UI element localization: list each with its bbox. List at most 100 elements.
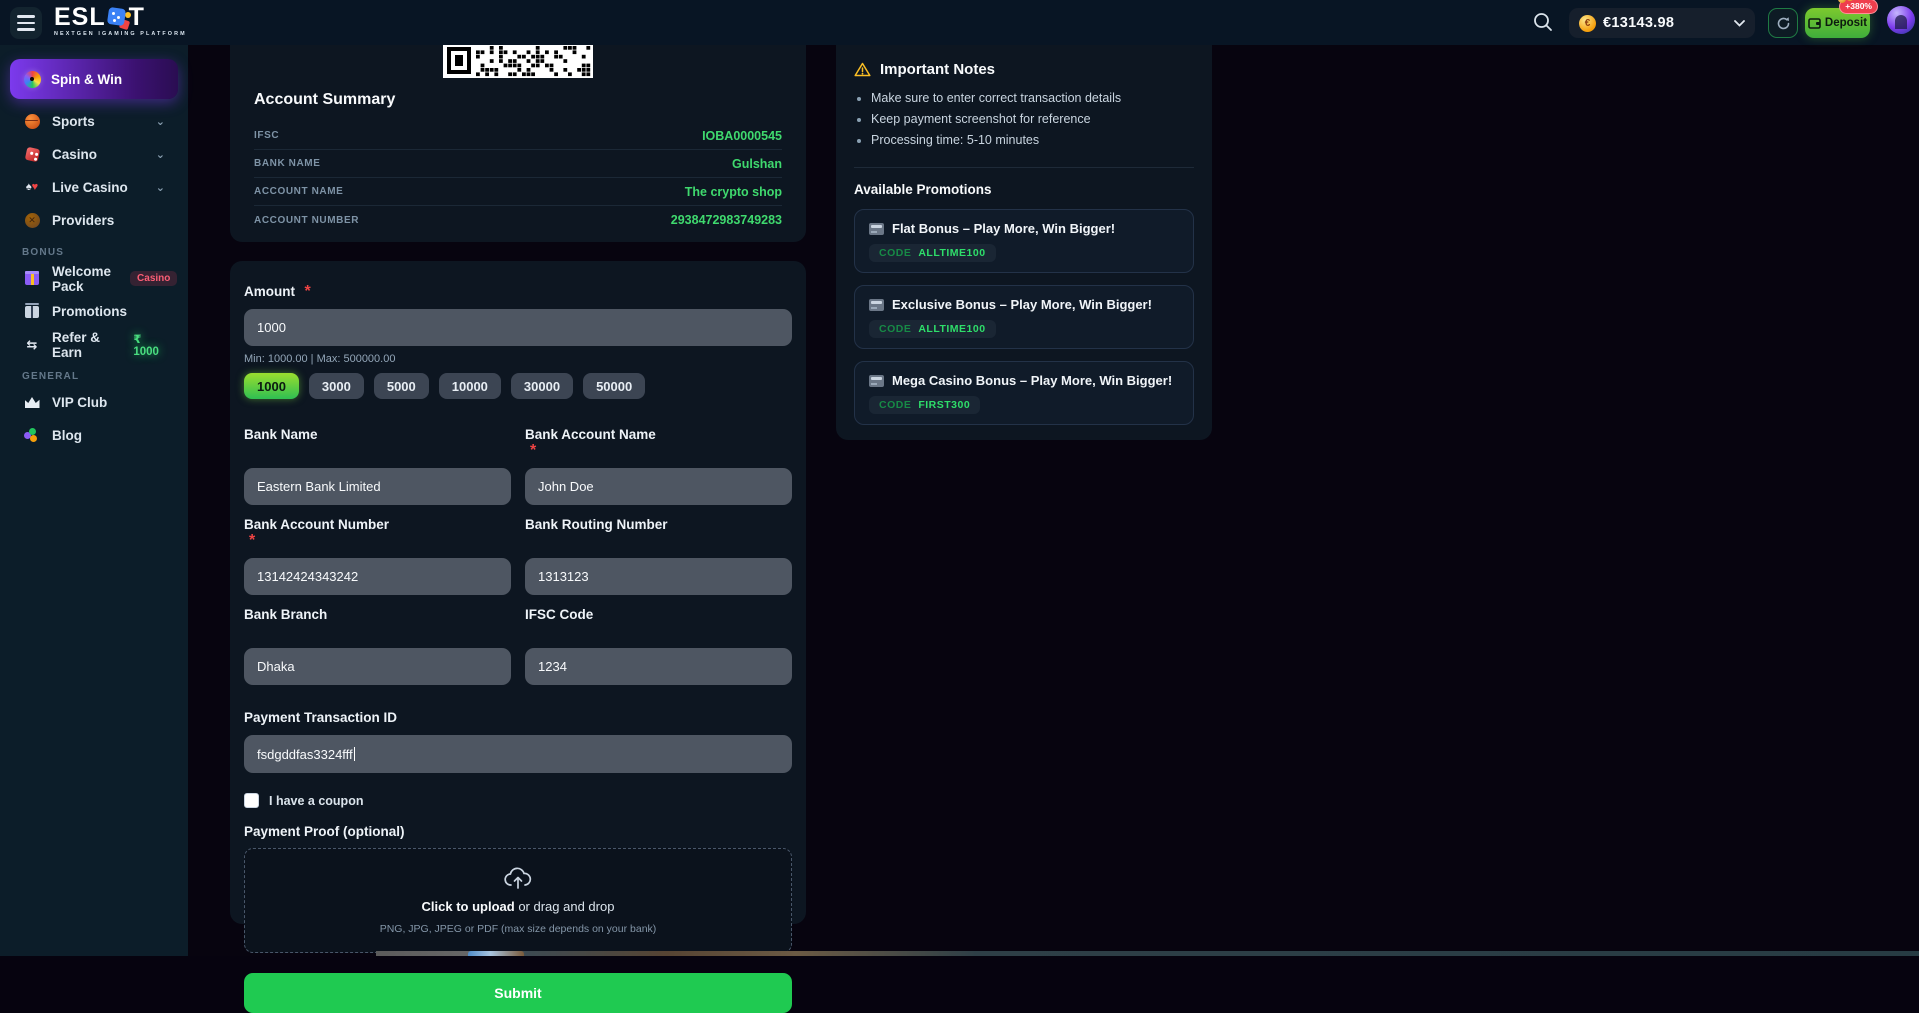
quick-amount-chip[interactable]: 10000	[438, 373, 501, 399]
payment-transaction-id-input[interactable]: fsdgddfas3324fff	[244, 735, 792, 773]
refer-icon: ⇆	[26, 336, 38, 352]
field-label: Bank Branch	[244, 607, 328, 622]
sidebar-item-refer-earn[interactable]: ⇆ Refer & Earn ₹ 1000	[10, 328, 178, 361]
basketball-icon	[23, 113, 41, 131]
sidebar-item-blog[interactable]: Blog	[10, 419, 178, 452]
dice-icon	[23, 146, 41, 164]
note-item: Make sure to enter correct transaction d…	[854, 91, 1194, 112]
sidebar-item-sports[interactable]: Sports ⌄	[10, 105, 178, 138]
promo-card-mega-casino-bonus[interactable]: Mega Casino Bonus – Play More, Win Bigge…	[854, 361, 1194, 425]
logo[interactable]: ESL T NEXTGEN IGAMING PLATFORM	[54, 4, 187, 37]
chevron-down-icon	[1734, 19, 1745, 27]
sidebar-item-casino[interactable]: Casino ⌄	[10, 138, 178, 171]
refresh-balance-button[interactable]	[1768, 8, 1798, 38]
quick-amount-chip[interactable]: 3000	[308, 373, 364, 399]
balance-selector[interactable]: € €13143.98	[1569, 8, 1755, 38]
field-label: Payment Transaction ID	[244, 710, 398, 725]
code-value: FIRST300	[918, 399, 971, 411]
promo-title: Mega Casino Bonus – Play More, Win Bigge…	[892, 373, 1173, 388]
bank-account-name-input[interactable]: John Doe	[525, 468, 792, 505]
sidebar-item-live-casino[interactable]: ♠ ♥ Live Casino ⌄	[10, 171, 178, 204]
coupon-checkbox[interactable]	[244, 793, 259, 808]
promo-code-pill[interactable]: CODE ALLTIME100	[869, 320, 996, 338]
amount-limits-hint: Min: 1000.00 | Max: 500000.00	[244, 353, 396, 365]
amount-input[interactable]: 1000	[244, 309, 792, 346]
upload-filetypes-hint: PNG, JPG, JPEG or PDF (max size depends …	[379, 923, 657, 935]
bank-account-number-input[interactable]: 13142424343242	[244, 558, 511, 595]
notes-list: Make sure to enter correct transaction d…	[854, 91, 1194, 154]
sidebar-item-label: Blog	[52, 428, 82, 443]
quick-amount-chip[interactable]: 1000	[244, 373, 299, 399]
bonus-card-icon	[869, 374, 884, 387]
coupon-label: I have a coupon	[269, 793, 364, 808]
code-label: CODE	[879, 399, 912, 411]
summary-value: The crypto shop	[684, 184, 782, 199]
notes-title: Important Notes	[880, 61, 996, 78]
sidebar-item-spin-and-win[interactable]: Spin & Win	[10, 59, 178, 99]
upload-cta: Click to upload	[421, 899, 515, 914]
note-item: Processing time: 5-10 minutes	[854, 133, 1194, 154]
sidebar-item-label: Sports	[52, 114, 95, 129]
payment-proof-dropzone[interactable]: Click to upload or drag and drop PNG, JP…	[244, 848, 792, 953]
coupon-checkbox-row[interactable]: I have a coupon	[244, 793, 792, 808]
footer-image-detail	[468, 951, 524, 956]
sidebar-section-bonus: BONUS	[22, 247, 65, 258]
sidebar-item-vip-club[interactable]: VIP Club	[10, 386, 178, 419]
divider	[854, 167, 1194, 168]
menu-toggle-button[interactable]	[10, 7, 42, 39]
main-content: Account Summary IFSC IOBA0000545 BANK NA…	[188, 45, 1919, 1013]
quick-amount-chip[interactable]: 30000	[510, 373, 574, 399]
top-bar: ESL T NEXTGEN IGAMING PLATFORM € €13143.…	[0, 0, 1919, 45]
code-label: CODE	[879, 247, 912, 259]
required-asterisk: *	[249, 532, 256, 549]
sidebar-section-general: GENERAL	[22, 371, 80, 382]
logo-text-left: ESL	[54, 3, 106, 31]
sidebar-item-welcome-pack[interactable]: Welcome Pack Casino	[10, 262, 178, 295]
upload-cloud-icon	[504, 867, 532, 889]
providers-icon: ✕	[23, 212, 41, 230]
promotions-icon	[23, 302, 41, 321]
bank-routing-number-input[interactable]: 1313123	[525, 558, 792, 595]
sidebar-item-providers[interactable]: ✕ Providers	[10, 204, 178, 237]
wallet-icon	[1808, 18, 1821, 29]
bonus-card-icon	[869, 222, 884, 235]
payment-proof-label: Payment Proof (optional)	[244, 824, 405, 839]
bank-name-input[interactable]: Eastern Bank Limited	[244, 468, 511, 505]
deposit-button[interactable]: Deposit +380%	[1805, 0, 1878, 38]
bonus-card-icon	[869, 298, 884, 311]
summary-label: IFSC	[254, 130, 280, 141]
code-value: ALLTIME100	[918, 323, 986, 335]
required-asterisk: *	[530, 442, 537, 459]
promo-code-pill[interactable]: CODE ALLTIME100	[869, 244, 996, 262]
summary-label: ACCOUNT NAME	[254, 186, 344, 197]
sidebar-item-label: Spin & Win	[51, 71, 123, 87]
field-bank-branch: Bank Branch Dhaka	[244, 607, 511, 685]
text-cursor	[353, 747, 356, 761]
amount-value: 1000	[257, 320, 286, 335]
quick-amount-chip[interactable]: 50000	[583, 373, 646, 399]
field-bank-account-number: Bank Account Number * 13142424343242	[244, 517, 511, 595]
summary-value: IOBA0000545	[702, 128, 782, 143]
search-icon[interactable]	[1532, 11, 1554, 33]
balance-amount: €13143.98	[1603, 15, 1675, 31]
ifsc-code-input[interactable]: 1234	[525, 648, 792, 685]
promo-card-flat-bonus[interactable]: Flat Bonus – Play More, Win Bigger! CODE…	[854, 209, 1194, 273]
quick-amount-chip[interactable]: 5000	[373, 373, 429, 399]
promo-card-exclusive-bonus[interactable]: Exclusive Bonus – Play More, Win Bigger!…	[854, 285, 1194, 349]
account-summary-card: Account Summary IFSC IOBA0000545 BANK NA…	[230, 45, 806, 242]
warning-icon	[854, 62, 871, 77]
field-payment-transaction-id: Payment Transaction ID fsdgddfas3324fff	[244, 709, 792, 773]
summary-row-bank-name: BANK NAME Gulshan	[254, 150, 782, 178]
submit-button[interactable]: Submit	[244, 973, 792, 1013]
upload-cta-rest: or drag and drop	[514, 899, 615, 914]
promo-code-pill[interactable]: CODE FIRST300	[869, 396, 981, 414]
sidebar-item-promotions[interactable]: Promotions	[10, 295, 178, 328]
footer-image-edge	[376, 951, 1919, 956]
code-value: ALLTIME100	[918, 247, 986, 259]
amount-label: Amount	[244, 284, 295, 299]
bank-branch-input[interactable]: Dhaka	[244, 648, 511, 685]
promo-title: Exclusive Bonus – Play More, Win Bigger!	[892, 297, 1152, 312]
account-summary-title: Account Summary	[254, 91, 396, 108]
dice-logo-icon	[106, 6, 131, 30]
user-avatar[interactable]	[1887, 6, 1915, 34]
